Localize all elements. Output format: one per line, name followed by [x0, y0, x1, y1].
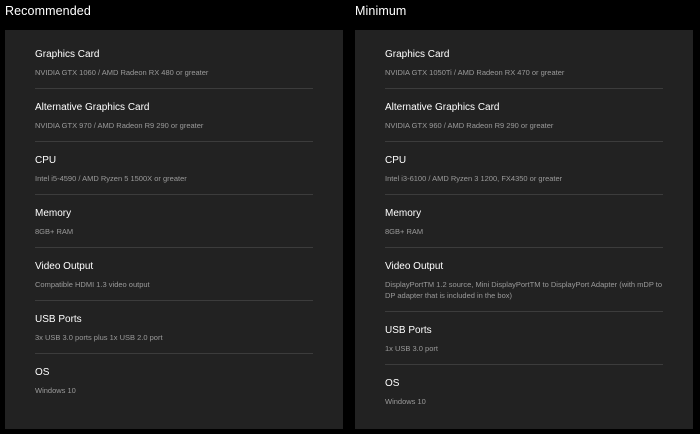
spec-label: Graphics Card — [35, 49, 100, 60]
spec-label: Memory — [35, 208, 72, 219]
spec-row-os: OS Windows 10 — [35, 354, 313, 414]
spec-label: Video Output — [35, 261, 94, 272]
spec-row-cpu: CPU Intel i5-4590 / AMD Ryzen 5 1500X or… — [35, 142, 313, 195]
system-requirements: Recommended Graphics Card NVIDIA GTX 106… — [0, 0, 700, 434]
spec-row-usb-ports: USB Ports 3x USB 3.0 ports plus 1x USB 2… — [35, 301, 313, 354]
spec-value: 8GB+ RAM — [35, 227, 74, 236]
spec-row-video-output: Video Output Compatible HDMI 1.3 video o… — [35, 248, 313, 301]
spec-label: USB Ports — [385, 325, 432, 336]
spec-row-alt-graphics-card: Alternative Graphics Card NVIDIA GTX 970… — [35, 89, 313, 142]
spec-value: 8GB+ RAM — [385, 227, 424, 236]
spec-value: 1x USB 3.0 port — [385, 344, 438, 353]
spec-value: 3x USB 3.0 ports plus 1x USB 2.0 port — [35, 333, 163, 342]
spec-value: NVIDIA GTX 960 / AMD Radeon R9 290 or gr… — [385, 121, 554, 130]
spec-value: NVIDIA GTX 1050Ti / AMD Radeon RX 470 or… — [385, 68, 565, 77]
spec-value: Windows 10 — [35, 386, 76, 395]
spec-label: CPU — [35, 155, 57, 166]
spec-label: Memory — [385, 208, 422, 219]
spec-value: Windows 10 — [385, 397, 426, 406]
spec-value: Compatible HDMI 1.3 video output — [35, 280, 150, 289]
spec-label: Alternative Graphics Card — [385, 102, 500, 113]
spec-label: OS — [385, 378, 400, 389]
spec-value: NVIDIA GTX 970 / AMD Radeon R9 290 or gr… — [35, 121, 204, 130]
spec-value: NVIDIA GTX 1060 / AMD Radeon RX 480 or g… — [35, 68, 209, 77]
spec-value: DisplayPortTM 1.2 source, Mini DisplayPo… — [385, 280, 663, 300]
spec-row-graphics-card: Graphics Card NVIDIA GTX 1060 / AMD Rade… — [35, 30, 313, 89]
spec-row-memory: Memory 8GB+ RAM — [35, 195, 313, 248]
minimum-title: Minimum — [355, 4, 407, 18]
spec-value: Intel i5-4590 / AMD Ryzen 5 1500X or gre… — [35, 174, 187, 183]
spec-value: Intel i3-6100 / AMD Ryzen 3 1200, FX4350… — [385, 174, 563, 183]
spec-label: Graphics Card — [385, 49, 450, 60]
spec-row-os: OS Windows 10 — [385, 365, 663, 415]
spec-row-memory: Memory 8GB+ RAM — [385, 195, 663, 248]
spec-row-cpu: CPU Intel i3-6100 / AMD Ryzen 3 1200, FX… — [385, 142, 663, 195]
spec-label: CPU — [385, 155, 407, 166]
spec-row-video-output: Video Output DisplayPortTM 1.2 source, M… — [385, 248, 663, 312]
spec-row-alt-graphics-card: Alternative Graphics Card NVIDIA GTX 960… — [385, 89, 663, 142]
spec-row-usb-ports: USB Ports 1x USB 3.0 port — [385, 312, 663, 365]
recommended-panel: Graphics Card NVIDIA GTX 1060 / AMD Rade… — [5, 30, 343, 429]
spec-label: OS — [35, 367, 50, 378]
spec-label: Video Output — [385, 261, 444, 272]
minimum-panel: Graphics Card NVIDIA GTX 1050Ti / AMD Ra… — [355, 30, 693, 429]
spec-label: USB Ports — [35, 314, 82, 325]
recommended-title: Recommended — [5, 4, 91, 18]
spec-row-graphics-card: Graphics Card NVIDIA GTX 1050Ti / AMD Ra… — [385, 30, 663, 89]
spec-label: Alternative Graphics Card — [35, 102, 150, 113]
